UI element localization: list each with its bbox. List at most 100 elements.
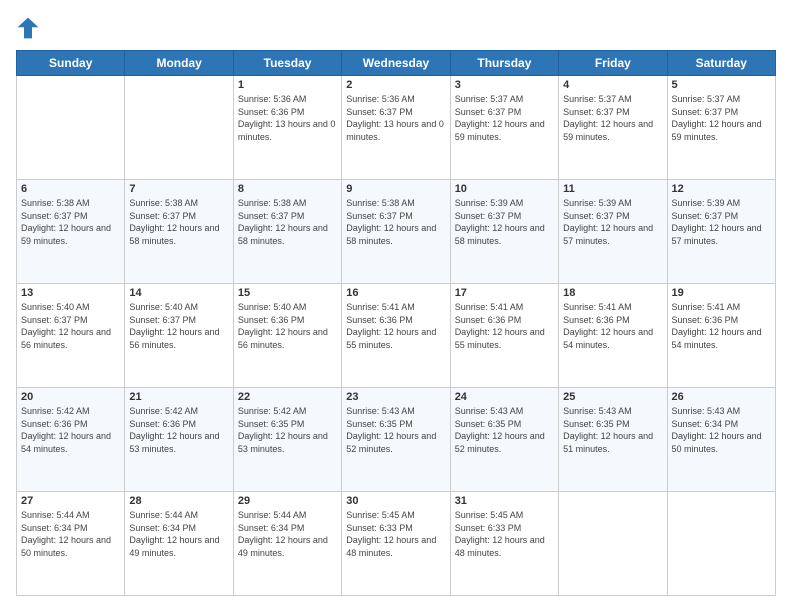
day-number: 10 — [455, 183, 554, 195]
calendar-week-row: 27 Sunrise: 5:44 AMSunset: 6:34 PMDaylig… — [17, 492, 776, 596]
day-number: 15 — [238, 287, 337, 299]
day-number: 3 — [455, 79, 554, 91]
day-number: 12 — [672, 183, 771, 195]
calendar-cell: 7 Sunrise: 5:38 AMSunset: 6:37 PMDayligh… — [125, 180, 233, 284]
day-info: Sunrise: 5:44 AMSunset: 6:34 PMDaylight:… — [129, 509, 228, 559]
day-number: 22 — [238, 391, 337, 403]
day-number: 31 — [455, 495, 554, 507]
day-info: Sunrise: 5:42 AMSunset: 6:36 PMDaylight:… — [129, 405, 228, 455]
calendar-cell: 14 Sunrise: 5:40 AMSunset: 6:37 PMDaylig… — [125, 284, 233, 388]
day-info: Sunrise: 5:44 AMSunset: 6:34 PMDaylight:… — [21, 509, 120, 559]
calendar-cell: 25 Sunrise: 5:43 AMSunset: 6:35 PMDaylig… — [559, 388, 667, 492]
calendar-cell: 20 Sunrise: 5:42 AMSunset: 6:36 PMDaylig… — [17, 388, 125, 492]
calendar-cell: 2 Sunrise: 5:36 AMSunset: 6:37 PMDayligh… — [342, 76, 450, 180]
calendar-cell: 30 Sunrise: 5:45 AMSunset: 6:33 PMDaylig… — [342, 492, 450, 596]
calendar-cell: 22 Sunrise: 5:42 AMSunset: 6:35 PMDaylig… — [233, 388, 341, 492]
day-info: Sunrise: 5:42 AMSunset: 6:36 PMDaylight:… — [21, 405, 120, 455]
day-of-week-header: Saturday — [667, 51, 775, 76]
calendar-cell: 15 Sunrise: 5:40 AMSunset: 6:36 PMDaylig… — [233, 284, 341, 388]
day-number: 29 — [238, 495, 337, 507]
calendar-cell: 18 Sunrise: 5:41 AMSunset: 6:36 PMDaylig… — [559, 284, 667, 388]
logo — [16, 16, 44, 40]
calendar-cell: 23 Sunrise: 5:43 AMSunset: 6:35 PMDaylig… — [342, 388, 450, 492]
calendar-cell — [17, 76, 125, 180]
calendar-cell: 16 Sunrise: 5:41 AMSunset: 6:36 PMDaylig… — [342, 284, 450, 388]
calendar-week-row: 20 Sunrise: 5:42 AMSunset: 6:36 PMDaylig… — [17, 388, 776, 492]
calendar-table: SundayMondayTuesdayWednesdayThursdayFrid… — [16, 50, 776, 596]
day-info: Sunrise: 5:38 AMSunset: 6:37 PMDaylight:… — [238, 197, 337, 247]
calendar-cell: 17 Sunrise: 5:41 AMSunset: 6:36 PMDaylig… — [450, 284, 558, 388]
day-of-week-header: Friday — [559, 51, 667, 76]
calendar-cell: 11 Sunrise: 5:39 AMSunset: 6:37 PMDaylig… — [559, 180, 667, 284]
day-of-week-header: Thursday — [450, 51, 558, 76]
calendar-week-row: 13 Sunrise: 5:40 AMSunset: 6:37 PMDaylig… — [17, 284, 776, 388]
day-info: Sunrise: 5:38 AMSunset: 6:37 PMDaylight:… — [346, 197, 445, 247]
calendar-cell: 1 Sunrise: 5:36 AMSunset: 6:36 PMDayligh… — [233, 76, 341, 180]
calendar-cell: 19 Sunrise: 5:41 AMSunset: 6:36 PMDaylig… — [667, 284, 775, 388]
calendar-cell: 29 Sunrise: 5:44 AMSunset: 6:34 PMDaylig… — [233, 492, 341, 596]
header — [16, 16, 776, 40]
day-number: 30 — [346, 495, 445, 507]
calendar-cell: 6 Sunrise: 5:38 AMSunset: 6:37 PMDayligh… — [17, 180, 125, 284]
day-info: Sunrise: 5:41 AMSunset: 6:36 PMDaylight:… — [346, 301, 445, 351]
calendar-cell: 21 Sunrise: 5:42 AMSunset: 6:36 PMDaylig… — [125, 388, 233, 492]
day-number: 13 — [21, 287, 120, 299]
day-info: Sunrise: 5:41 AMSunset: 6:36 PMDaylight:… — [563, 301, 662, 351]
calendar-cell — [125, 76, 233, 180]
day-info: Sunrise: 5:41 AMSunset: 6:36 PMDaylight:… — [455, 301, 554, 351]
day-info: Sunrise: 5:43 AMSunset: 6:35 PMDaylight:… — [455, 405, 554, 455]
calendar-cell: 12 Sunrise: 5:39 AMSunset: 6:37 PMDaylig… — [667, 180, 775, 284]
calendar-cell: 26 Sunrise: 5:43 AMSunset: 6:34 PMDaylig… — [667, 388, 775, 492]
day-number: 19 — [672, 287, 771, 299]
day-info: Sunrise: 5:38 AMSunset: 6:37 PMDaylight:… — [21, 197, 120, 247]
day-info: Sunrise: 5:37 AMSunset: 6:37 PMDaylight:… — [672, 93, 771, 143]
day-of-week-header: Wednesday — [342, 51, 450, 76]
calendar-cell: 5 Sunrise: 5:37 AMSunset: 6:37 PMDayligh… — [667, 76, 775, 180]
day-number: 24 — [455, 391, 554, 403]
day-info: Sunrise: 5:40 AMSunset: 6:37 PMDaylight:… — [21, 301, 120, 351]
day-info: Sunrise: 5:41 AMSunset: 6:36 PMDaylight:… — [672, 301, 771, 351]
day-number: 7 — [129, 183, 228, 195]
day-number: 18 — [563, 287, 662, 299]
calendar-cell: 24 Sunrise: 5:43 AMSunset: 6:35 PMDaylig… — [450, 388, 558, 492]
day-info: Sunrise: 5:43 AMSunset: 6:35 PMDaylight:… — [563, 405, 662, 455]
day-info: Sunrise: 5:39 AMSunset: 6:37 PMDaylight:… — [672, 197, 771, 247]
day-of-week-header: Tuesday — [233, 51, 341, 76]
day-info: Sunrise: 5:40 AMSunset: 6:36 PMDaylight:… — [238, 301, 337, 351]
day-number: 11 — [563, 183, 662, 195]
day-number: 5 — [672, 79, 771, 91]
day-info: Sunrise: 5:40 AMSunset: 6:37 PMDaylight:… — [129, 301, 228, 351]
day-info: Sunrise: 5:37 AMSunset: 6:37 PMDaylight:… — [455, 93, 554, 143]
calendar-cell: 31 Sunrise: 5:45 AMSunset: 6:33 PMDaylig… — [450, 492, 558, 596]
day-info: Sunrise: 5:43 AMSunset: 6:35 PMDaylight:… — [346, 405, 445, 455]
logo-icon — [16, 16, 40, 40]
day-number: 9 — [346, 183, 445, 195]
day-info: Sunrise: 5:45 AMSunset: 6:33 PMDaylight:… — [346, 509, 445, 559]
day-number: 20 — [21, 391, 120, 403]
day-number: 26 — [672, 391, 771, 403]
day-info: Sunrise: 5:42 AMSunset: 6:35 PMDaylight:… — [238, 405, 337, 455]
day-number: 21 — [129, 391, 228, 403]
day-number: 8 — [238, 183, 337, 195]
day-info: Sunrise: 5:44 AMSunset: 6:34 PMDaylight:… — [238, 509, 337, 559]
day-info: Sunrise: 5:39 AMSunset: 6:37 PMDaylight:… — [455, 197, 554, 247]
day-number: 6 — [21, 183, 120, 195]
calendar-cell: 4 Sunrise: 5:37 AMSunset: 6:37 PMDayligh… — [559, 76, 667, 180]
day-number: 4 — [563, 79, 662, 91]
calendar-cell: 13 Sunrise: 5:40 AMSunset: 6:37 PMDaylig… — [17, 284, 125, 388]
calendar-cell: 8 Sunrise: 5:38 AMSunset: 6:37 PMDayligh… — [233, 180, 341, 284]
page: SundayMondayTuesdayWednesdayThursdayFrid… — [0, 0, 792, 612]
day-number: 14 — [129, 287, 228, 299]
calendar-cell: 27 Sunrise: 5:44 AMSunset: 6:34 PMDaylig… — [17, 492, 125, 596]
calendar-week-row: 6 Sunrise: 5:38 AMSunset: 6:37 PMDayligh… — [17, 180, 776, 284]
day-number: 2 — [346, 79, 445, 91]
calendar-cell: 9 Sunrise: 5:38 AMSunset: 6:37 PMDayligh… — [342, 180, 450, 284]
calendar-cell — [559, 492, 667, 596]
day-info: Sunrise: 5:37 AMSunset: 6:37 PMDaylight:… — [563, 93, 662, 143]
day-info: Sunrise: 5:45 AMSunset: 6:33 PMDaylight:… — [455, 509, 554, 559]
day-of-week-header: Monday — [125, 51, 233, 76]
day-info: Sunrise: 5:43 AMSunset: 6:34 PMDaylight:… — [672, 405, 771, 455]
day-info: Sunrise: 5:36 AMSunset: 6:36 PMDaylight:… — [238, 93, 337, 143]
calendar-week-row: 1 Sunrise: 5:36 AMSunset: 6:36 PMDayligh… — [17, 76, 776, 180]
day-number: 1 — [238, 79, 337, 91]
